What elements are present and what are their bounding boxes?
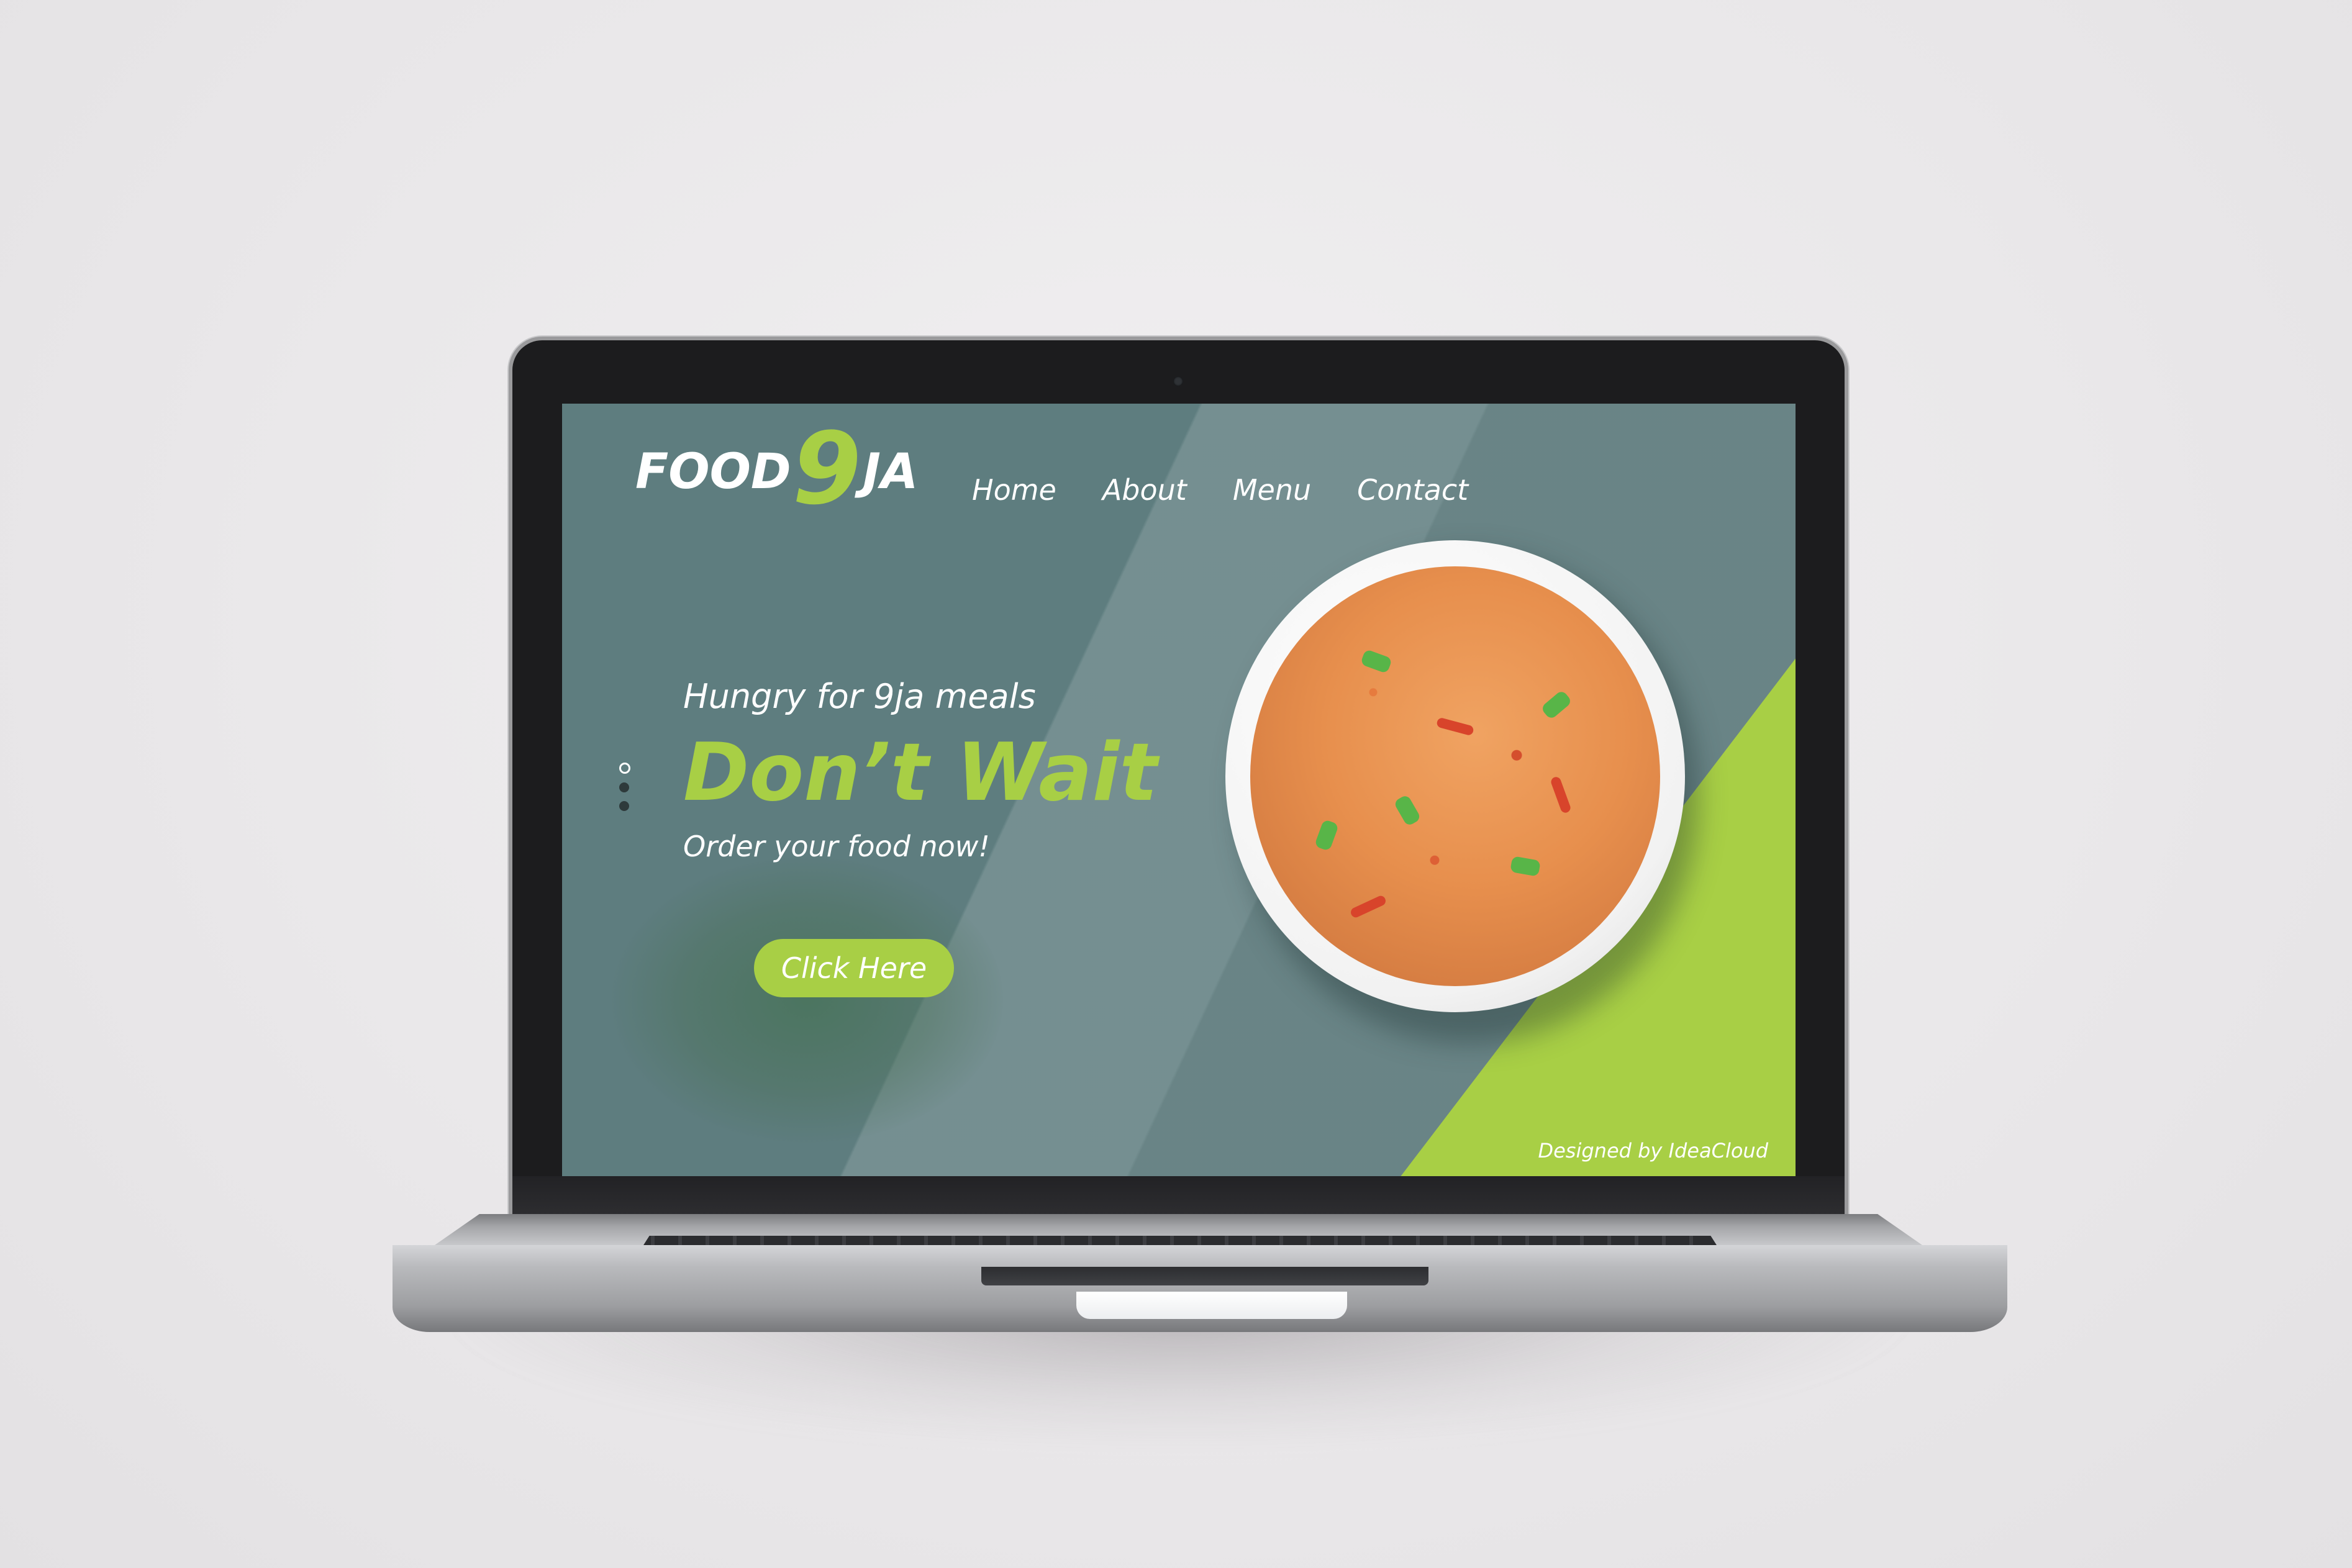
laptop-hinge xyxy=(981,1267,1428,1285)
logo-text-ja: JA xyxy=(862,444,919,500)
carrot-piece xyxy=(1550,776,1572,814)
opening-notch xyxy=(1076,1292,1347,1319)
slider-dots xyxy=(619,763,632,820)
spring-onion-piece xyxy=(1540,689,1573,720)
nav-link-about[interactable]: About xyxy=(1102,473,1187,507)
carrot-piece xyxy=(1349,894,1387,919)
slider-dot-1[interactable] xyxy=(619,763,630,774)
laptop-base xyxy=(393,1245,2007,1332)
jollof-rice-image xyxy=(1250,566,1660,986)
logo-digit-nine: 9 xyxy=(792,410,861,527)
faded-food-image xyxy=(612,857,1003,1143)
slider-dot-3[interactable] xyxy=(619,801,629,811)
nav-link-contact[interactable]: Contact xyxy=(1357,473,1468,507)
carrot-piece xyxy=(1435,717,1475,736)
nav-link-home[interactable]: Home xyxy=(972,473,1056,507)
spring-onion-piece xyxy=(1393,794,1422,827)
spring-onion-piece xyxy=(1510,856,1541,877)
designer-credit: Designed by IdeaCloud xyxy=(1538,1139,1768,1162)
click-here-button[interactable]: Click Here xyxy=(754,939,954,997)
navigation-bar: FOOD9JA Home About Menu Contact xyxy=(562,404,1796,519)
nav-links: Home About Menu Contact xyxy=(972,473,1514,507)
hero-section: Hungry for 9ja meals Don’t Wait Order yo… xyxy=(683,677,1180,863)
webcam-icon xyxy=(1173,376,1183,386)
hero-subtitle: Hungry for 9ja meals xyxy=(683,677,1036,716)
spring-onion-piece xyxy=(1314,818,1340,852)
spring-onion-piece xyxy=(1360,648,1393,674)
logo-text-food: FOOD xyxy=(635,444,791,500)
hero-tagline: Order your food now! xyxy=(683,829,990,863)
website-screen: FOOD9JA Home About Menu Contact Hungry f… xyxy=(562,404,1796,1176)
laptop-lid: FOOD9JA Home About Menu Contact Hungry f… xyxy=(512,340,1845,1215)
hero-title: Don’t Wait xyxy=(683,727,1158,819)
laptop-bezel-bottom xyxy=(512,1176,1845,1215)
nav-link-menu[interactable]: Menu xyxy=(1233,473,1311,507)
mockup-scene: FOOD9JA Home About Menu Contact Hungry f… xyxy=(0,0,2352,1568)
site-logo[interactable]: FOOD9JA xyxy=(635,410,919,527)
slider-dot-2[interactable] xyxy=(619,782,629,792)
